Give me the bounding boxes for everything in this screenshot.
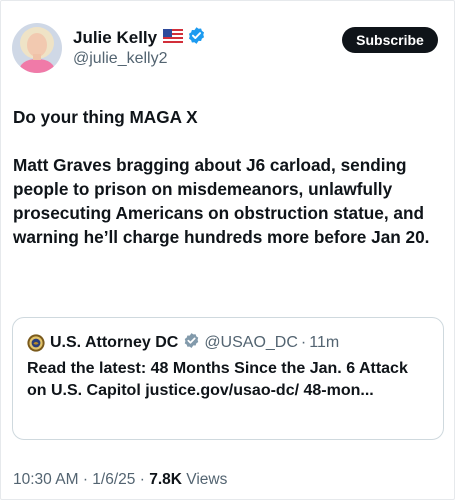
gray-verified-badge-icon (183, 332, 200, 354)
quoted-timestamp[interactable]: 11m (309, 334, 339, 352)
tweet-meta: 10:30 AM · 1/6/25 · 7.8K Views (13, 471, 227, 489)
separator-dot: · (300, 334, 307, 351)
quoted-tweet-header: U.S. Attorney DC @USAO_DC · 11m (27, 332, 339, 354)
avatar-photo (12, 23, 62, 73)
tweet-line-1: Do your thing MAGA X (13, 107, 198, 127)
tweet-line-2: Matt Graves bragging about J6 carload, s… (13, 155, 430, 247)
avatar[interactable] (12, 23, 62, 73)
quoted-author-handle[interactable]: @USAO_DC (204, 334, 298, 352)
verified-badge-icon (187, 26, 206, 50)
post-date[interactable]: 1/6/25 (92, 471, 135, 488)
subscribe-button[interactable]: Subscribe (342, 27, 438, 53)
us-flag-icon (163, 28, 184, 48)
tweet-text: Do your thing MAGA X Matt Graves braggin… (13, 105, 443, 249)
doj-seal-icon (27, 334, 45, 352)
quoted-tweet-text: Read the latest: 48 Months Since the Jan… (27, 360, 408, 399)
author-name[interactable]: Julie Kelly (73, 28, 157, 48)
views-count: 7.8K (149, 471, 182, 488)
quoted-author-name[interactable]: U.S. Attorney DC (50, 334, 178, 352)
separator-dot: · (139, 471, 145, 488)
quoted-tweet[interactable]: U.S. Attorney DC @USAO_DC · 11m Read the… (12, 317, 444, 440)
separator-dot: · (82, 471, 88, 488)
author-handle[interactable]: @julie_kelly2 (73, 50, 168, 68)
author-name-row: Julie Kelly (73, 27, 206, 49)
views-label: Views (186, 471, 228, 488)
tweet-card: Julie Kelly @julie_kelly2 Subscribe Do y… (0, 0, 455, 500)
post-time[interactable]: 10:30 AM (13, 471, 79, 488)
